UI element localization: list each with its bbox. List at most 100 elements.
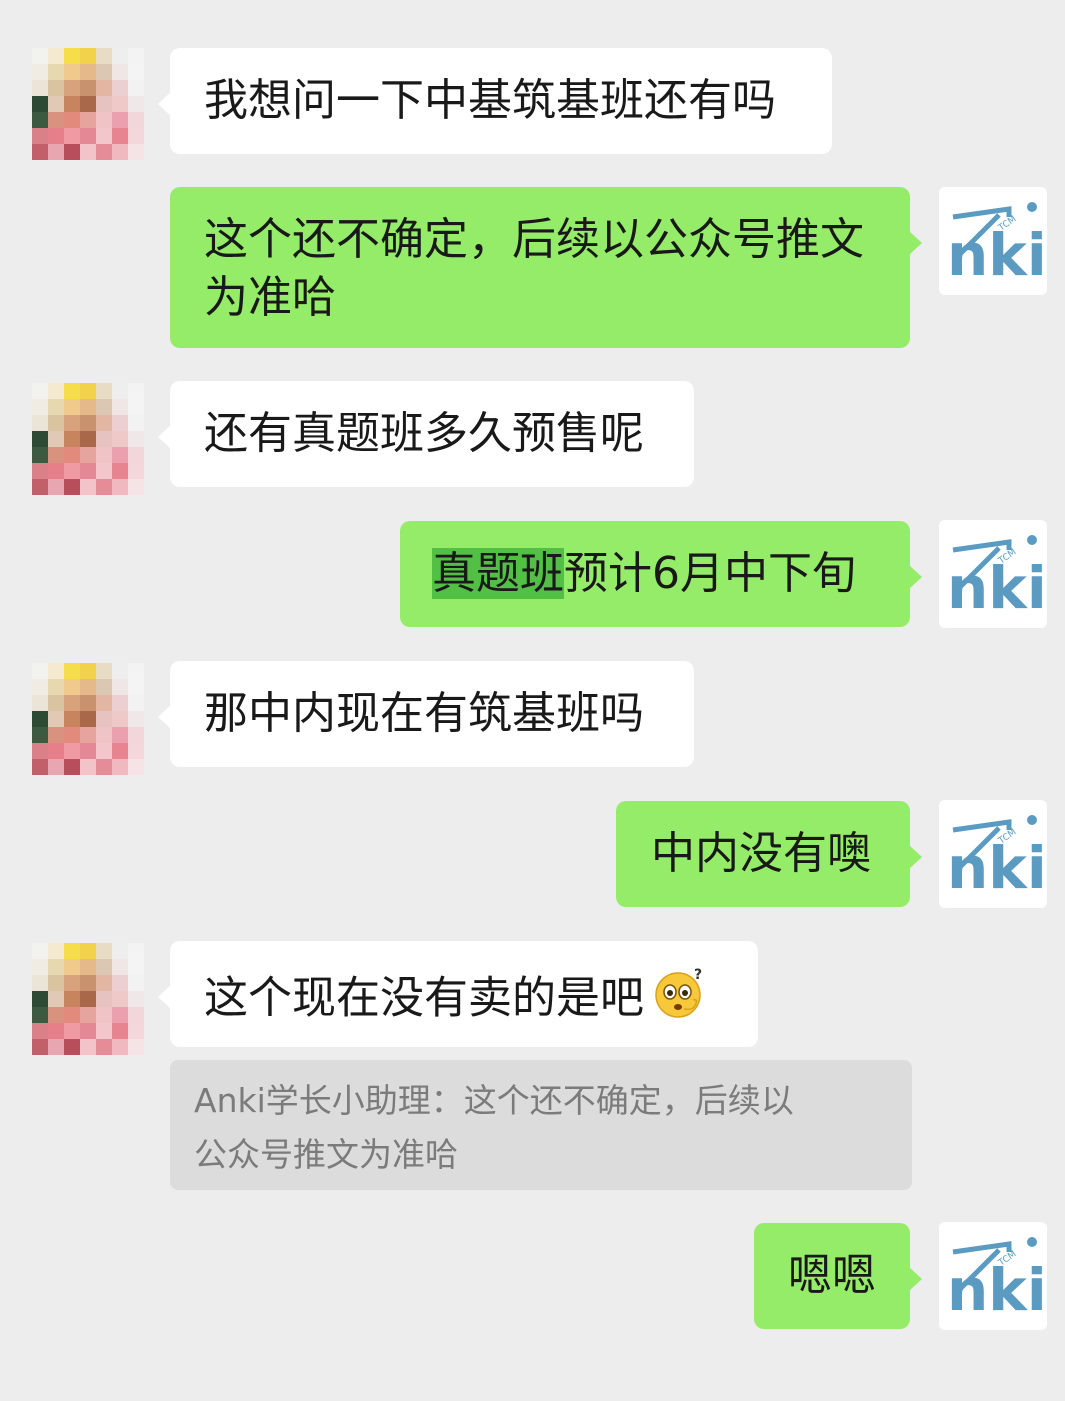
avatar-pixel xyxy=(112,128,128,144)
avatar-pixel xyxy=(128,128,144,144)
message-bubble-incoming[interactable]: 我想问一下中基筑基班还有吗 xyxy=(158,48,832,154)
message-bubble-outgoing[interactable]: 嗯嗯 xyxy=(754,1223,922,1329)
avatar-pixel xyxy=(128,431,144,447)
my-avatar[interactable]: nki TCM xyxy=(939,520,1047,628)
avatar-pixel xyxy=(96,447,112,463)
avatar-pixel xyxy=(32,743,48,759)
message-text-line1: 这个还不确定，后续以公众号推文 xyxy=(204,214,864,265)
avatar-pixel xyxy=(80,415,96,431)
avatar-pixel xyxy=(32,695,48,711)
avatar-pixel xyxy=(32,975,48,991)
avatar-pixel xyxy=(112,80,128,96)
avatar-pixel xyxy=(80,743,96,759)
avatar-pixel xyxy=(112,48,128,64)
avatar-pixel xyxy=(128,64,144,80)
avatar-pixel xyxy=(80,112,96,128)
avatar-pixel xyxy=(32,80,48,96)
avatar-pixel xyxy=(64,1039,80,1055)
avatar-pixel xyxy=(96,431,112,447)
avatar-pixel xyxy=(96,144,112,160)
avatar-pixel xyxy=(128,399,144,415)
avatar-pixel xyxy=(48,64,64,80)
avatar-pixel xyxy=(96,943,112,959)
avatar-pixel xyxy=(48,463,64,479)
my-avatar[interactable]: nki TCM xyxy=(939,1222,1047,1330)
avatar-pixel xyxy=(32,144,48,160)
contact-avatar[interactable] xyxy=(32,48,144,160)
message-bubble-outgoing[interactable]: 这个还不确定，后续以公众号推文 为准哈 xyxy=(170,187,922,348)
avatar-pixel xyxy=(128,943,144,959)
avatar-pixel xyxy=(48,144,64,160)
message-text: 我想问一下中基筑基班还有吗 xyxy=(204,75,776,126)
avatar-pixel xyxy=(112,975,128,991)
avatar-pixel xyxy=(64,431,80,447)
avatar-pixel xyxy=(112,383,128,399)
avatar-pixel xyxy=(80,431,96,447)
message-bubble-outgoing[interactable]: 中内没有噢 xyxy=(616,801,922,907)
avatar-pixel xyxy=(64,96,80,112)
avatar-pixel xyxy=(96,383,112,399)
avatar-pixel xyxy=(80,80,96,96)
avatar-pixel xyxy=(48,759,64,775)
avatar-pixel xyxy=(64,128,80,144)
contact-avatar[interactable] xyxy=(32,383,144,495)
avatar-pixel xyxy=(80,975,96,991)
avatar-pixel xyxy=(128,463,144,479)
avatar-pixel xyxy=(32,1039,48,1055)
avatar-pixel xyxy=(128,679,144,695)
avatar-pixel xyxy=(96,695,112,711)
contact-avatar[interactable] xyxy=(32,943,144,1055)
avatar-pixel xyxy=(64,663,80,679)
contact-avatar[interactable] xyxy=(32,663,144,775)
avatar-pixel xyxy=(96,112,112,128)
avatar-pixel xyxy=(128,743,144,759)
avatar-pixel xyxy=(64,743,80,759)
avatar-pixel xyxy=(80,663,96,679)
avatar-pixel xyxy=(80,447,96,463)
avatar-pixel xyxy=(48,96,64,112)
avatar-pixel xyxy=(64,1007,80,1023)
avatar-pixel xyxy=(32,679,48,695)
avatar-pixel xyxy=(80,128,96,144)
my-avatar[interactable]: nki TCM xyxy=(939,800,1047,908)
avatar-pixel xyxy=(48,959,64,975)
avatar-pixel xyxy=(112,431,128,447)
avatar-pixel xyxy=(64,679,80,695)
message-bubble-incoming[interactable]: 还有真题班多久预售呢 xyxy=(158,381,694,487)
avatar-pixel xyxy=(48,479,64,495)
avatar-pixel xyxy=(112,959,128,975)
avatar-pixel xyxy=(128,112,144,128)
avatar-pixel xyxy=(32,663,48,679)
message-bubble-outgoing[interactable]: 真题班预计6月中下旬 xyxy=(400,521,922,627)
avatar-pixel xyxy=(80,711,96,727)
avatar-pixel xyxy=(64,80,80,96)
avatar-pixel xyxy=(64,711,80,727)
message-bubble-incoming[interactable]: 那中内现在有筑基班吗 xyxy=(158,661,694,767)
avatar-pixel xyxy=(32,759,48,775)
avatar-pixel xyxy=(128,447,144,463)
avatar-pixel xyxy=(64,695,80,711)
avatar-pixel xyxy=(32,991,48,1007)
avatar-pixel xyxy=(48,679,64,695)
anki-logo-icon: nkiTCM xyxy=(947,1237,1047,1324)
message-text: 嗯嗯 xyxy=(788,1250,876,1301)
avatar-pixel xyxy=(64,447,80,463)
avatar-pixel xyxy=(64,959,80,975)
quoted-reply[interactable]: Anki学长小助理：这个还不确定，后续以 公众号推文为准哈 xyxy=(170,1060,912,1190)
message-bubble-incoming[interactable]: 这个现在没有卖的是吧 ? xyxy=(158,941,758,1047)
avatar-pixel xyxy=(64,727,80,743)
avatar-pixel xyxy=(80,48,96,64)
avatar-pixel xyxy=(112,711,128,727)
avatar-pixel xyxy=(80,383,96,399)
avatar-pixel xyxy=(96,959,112,975)
avatar-pixel xyxy=(96,743,112,759)
avatar-pixel xyxy=(112,447,128,463)
avatar-pixel xyxy=(128,96,144,112)
anki-logo-icon: nkiTCM xyxy=(947,535,1047,622)
avatar-pixel xyxy=(64,1023,80,1039)
anki-logo-text: nki xyxy=(947,834,1047,902)
my-avatar[interactable]: nki TCM xyxy=(939,187,1047,295)
avatar-pixel xyxy=(48,399,64,415)
message-text-line2: 为准哈 xyxy=(204,272,336,323)
anki-logo-icon: nkiTCM xyxy=(947,815,1047,902)
